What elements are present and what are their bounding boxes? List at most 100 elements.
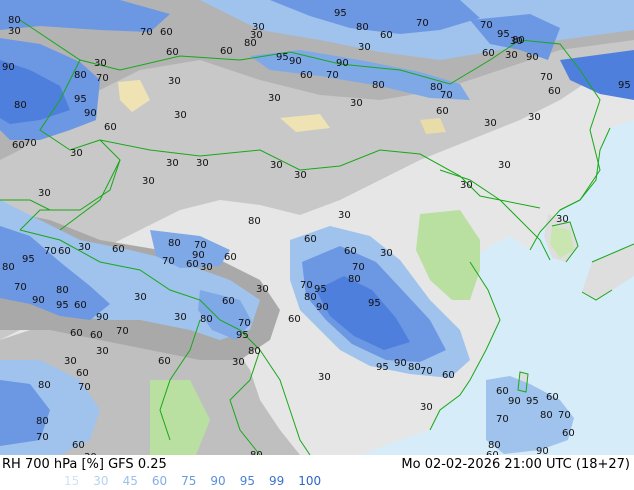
contour-label: 30 <box>64 356 77 367</box>
contour-label: 30 <box>166 158 179 169</box>
contour-label: 60 <box>220 46 233 57</box>
contour-label: 80 <box>56 285 69 296</box>
contour-label: 60 <box>304 234 317 245</box>
contour-label: 60 <box>496 386 509 397</box>
contour-label: 30 <box>168 76 181 87</box>
contour-label: 95 <box>334 8 347 19</box>
contour-label: 30 <box>268 93 281 104</box>
map-valid-time: Mo 02-02-2026 21:00 UTC (18+27) <box>401 457 630 472</box>
contour-label: 70 <box>78 382 91 393</box>
contour-label: 60 <box>222 296 235 307</box>
contour-label: 30 <box>256 284 269 295</box>
contour-label: 30 <box>200 262 213 273</box>
contour-label: 90 <box>2 62 15 73</box>
contour-label: 30 <box>556 214 569 225</box>
contour-label: 80 <box>248 216 261 227</box>
scale-label: 75 <box>181 474 197 488</box>
contour-label: 70 <box>238 318 251 329</box>
scale-label: 100 <box>298 474 322 488</box>
contour-label: 60 <box>300 70 313 81</box>
contour-label: 60 <box>186 259 199 270</box>
contour-label: 60 <box>104 122 117 133</box>
contour-label: 95 <box>236 330 249 341</box>
contour-label: 80 <box>168 238 181 249</box>
contour-label: 60 <box>380 30 393 41</box>
contour-label: 30 <box>338 210 351 221</box>
contour-label: 60 <box>442 370 455 381</box>
contour-label: 30 <box>350 98 363 109</box>
contour-label: 80 <box>244 38 257 49</box>
contour-label: 95 <box>618 80 631 91</box>
contour-label: 60 <box>74 300 87 311</box>
contour-label: 60 <box>76 368 89 379</box>
contour-label: 90 <box>508 396 521 407</box>
contour-label: 30 <box>460 180 473 191</box>
contour-label: 80 <box>348 274 361 285</box>
contour-label: 90 <box>336 58 349 69</box>
contour-label: 60 <box>58 246 71 257</box>
contour-label: 30 <box>96 346 109 357</box>
contour-label: 60 <box>436 106 449 117</box>
contour-label: 70 <box>440 90 453 101</box>
contour-label: 80 <box>304 292 317 303</box>
contour-label: 30 <box>270 160 283 171</box>
scale-label: 45 <box>122 474 138 488</box>
contour-label: 30 <box>174 312 187 323</box>
contour-label: 60 <box>90 330 103 341</box>
contour-label: 70 <box>352 262 365 273</box>
contour-label: 80 <box>200 314 213 325</box>
scale-label: 60 <box>151 474 168 488</box>
contour-label: 70 <box>162 256 175 267</box>
contour-label: 70 <box>44 246 57 257</box>
contour-label: 30 <box>294 170 307 181</box>
contour-label: 80 <box>8 15 21 26</box>
contour-label: 90 <box>32 295 45 306</box>
contour-label: 95 <box>22 254 35 265</box>
map-title: RH 700 hPa [%] GFS 0.25 <box>2 457 167 472</box>
contour-label: 30 <box>358 42 371 53</box>
contour-label: 60 <box>288 314 301 325</box>
contour-label: 95 <box>56 300 69 311</box>
contour-label: 60 <box>112 244 125 255</box>
contour-label: 90 <box>289 56 302 67</box>
contour-label: 90 <box>96 312 109 323</box>
contour-label: 30 <box>505 50 518 61</box>
contour-label: 30 <box>78 242 91 253</box>
contour-label: 70 <box>24 138 37 149</box>
contour-label: 60 <box>158 356 171 367</box>
contour-label: 30 <box>196 158 209 169</box>
scale-label: 30 <box>93 474 109 488</box>
contour-label: 70 <box>496 414 509 425</box>
contour-label: 95 <box>376 362 389 373</box>
contour-label: 30 <box>38 188 51 199</box>
contour-label: 60 <box>72 440 85 451</box>
contour-label: 30 <box>8 26 21 37</box>
contour-label: 80 <box>36 416 49 427</box>
contour-label: 80 <box>372 80 385 91</box>
contour-label: 95 <box>526 396 539 407</box>
contour-label: 60 <box>562 428 575 439</box>
contour-label: 80 <box>356 22 369 33</box>
scale-label: 15 <box>64 474 80 488</box>
color-scale: 15 30 45 60 75 90 95 99 100 <box>64 474 335 488</box>
contour-label: 70 <box>300 280 313 291</box>
contour-label: 60 <box>546 392 559 403</box>
contour-label: 95 <box>74 94 87 105</box>
contour-label: 30 <box>174 110 187 121</box>
contour-label: 80 <box>2 262 15 273</box>
contour-label: 90 <box>536 446 549 455</box>
weather-map: 80 30 70 60 30 95 80 60 70 70 95 30 30 80 60 60 30 95 90 90… <box>0 0 634 455</box>
contour-label: 60 <box>70 328 83 339</box>
contour-label: 80 <box>74 70 87 81</box>
contour-label: 70 <box>140 27 153 38</box>
contour-label: 60 <box>224 252 237 263</box>
contour-label: 70 <box>96 73 109 84</box>
contour-label: 90 <box>526 52 539 63</box>
map-footer: RH 700 hPa [%] GFS 0.25 Mo 02-02-2026 21… <box>0 455 634 490</box>
contour-label: 30 <box>484 118 497 129</box>
contour-label: 30 <box>318 372 331 383</box>
contour-label: 95 <box>368 298 381 309</box>
contour-label: 30 <box>498 160 511 171</box>
contour-label: 30 <box>528 112 541 123</box>
scale-label: 99 <box>268 474 285 488</box>
